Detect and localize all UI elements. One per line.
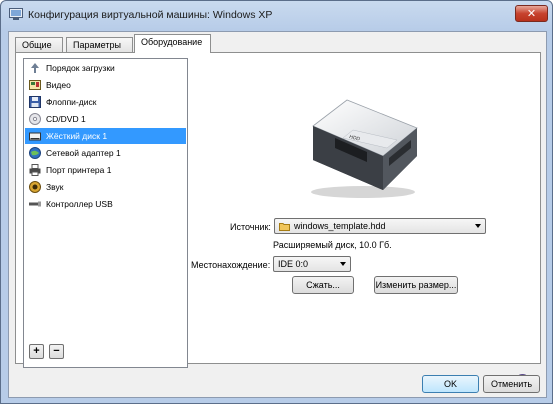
device-item-boot-order[interactable]: Порядок загрузки bbox=[25, 60, 186, 76]
dialog-window: Конфигурация виртуальной машины: Windows… bbox=[0, 0, 553, 404]
chevron-down-icon bbox=[475, 224, 481, 228]
location-label: Местонахождение: bbox=[191, 260, 271, 270]
add-device-button[interactable]: + bbox=[29, 344, 44, 359]
video-icon bbox=[29, 80, 41, 90]
minus-icon: − bbox=[53, 345, 60, 357]
tab-label: Параметры bbox=[73, 40, 121, 50]
device-item-printer[interactable]: Порт принтера 1 bbox=[25, 162, 186, 178]
device-item-sound[interactable]: Звук bbox=[25, 179, 186, 195]
location-value: IDE 0:0 bbox=[278, 259, 309, 269]
device-label: Звук bbox=[46, 182, 64, 192]
close-button[interactable]: ✕ bbox=[515, 5, 548, 22]
device-item-cd-dvd[interactable]: CD/DVD 1 bbox=[25, 111, 186, 127]
device-label: Жёсткий диск 1 bbox=[46, 131, 108, 141]
hard-disk-icon bbox=[29, 132, 41, 141]
hard-disk-illustration: HDD bbox=[311, 99, 418, 198]
sound-icon bbox=[29, 181, 41, 193]
dialog-client: Общие Параметры Оборудование Порядок заг… bbox=[8, 31, 547, 398]
resize-button[interactable]: Изменить размер... bbox=[374, 276, 458, 294]
source-select[interactable]: windows_template.hdd bbox=[274, 218, 486, 234]
network-adapter-icon bbox=[29, 147, 41, 159]
device-label: Сетевой адаптер 1 bbox=[46, 148, 121, 158]
device-label: CD/DVD 1 bbox=[46, 114, 86, 124]
floppy-icon bbox=[29, 96, 41, 108]
device-item-usb[interactable]: Контроллер USB bbox=[25, 196, 186, 212]
remove-device-button[interactable]: − bbox=[49, 344, 64, 359]
tab-hardware[interactable]: Оборудование bbox=[134, 34, 211, 53]
tab-label: Общие bbox=[22, 40, 52, 50]
title-bar[interactable]: Конфигурация виртуальной машины: Windows… bbox=[1, 1, 552, 29]
source-label: Источник: bbox=[230, 222, 271, 232]
device-list[interactable]: Порядок загрузки Видео Флоппи-диск CD/DV… bbox=[23, 58, 188, 368]
device-item-hard-disk[interactable]: Жёсткий диск 1 bbox=[25, 128, 186, 144]
tab-general[interactable]: Общие bbox=[15, 37, 63, 52]
device-item-video[interactable]: Видео bbox=[25, 77, 186, 93]
device-label: Порт принтера 1 bbox=[46, 165, 112, 175]
usb-icon bbox=[29, 201, 41, 207]
cd-dvd-icon bbox=[29, 113, 41, 125]
tab-label: Оборудование bbox=[141, 37, 203, 47]
tab-parameters[interactable]: Параметры bbox=[66, 37, 133, 52]
location-select[interactable]: IDE 0:0 bbox=[273, 256, 351, 272]
close-icon: ✕ bbox=[526, 7, 537, 20]
source-value: windows_template.hdd bbox=[294, 221, 386, 231]
chevron-down-icon bbox=[340, 262, 346, 266]
folder-icon bbox=[279, 223, 290, 231]
device-item-floppy[interactable]: Флоппи-диск bbox=[25, 94, 186, 110]
printer-icon bbox=[29, 164, 41, 176]
device-label: Контроллер USB bbox=[46, 199, 113, 209]
ok-button[interactable]: OK bbox=[422, 375, 479, 393]
device-label: Флоппи-диск bbox=[46, 97, 97, 107]
window-title: Конфигурация виртуальной машины: Windows… bbox=[28, 9, 273, 21]
device-item-network[interactable]: Сетевой адаптер 1 bbox=[25, 145, 186, 161]
cancel-button[interactable]: Отменить bbox=[483, 375, 540, 393]
plus-icon: + bbox=[33, 345, 40, 357]
app-icon bbox=[9, 8, 23, 20]
disk-info: Расширяемый диск, 10.0 Гб. bbox=[273, 240, 392, 250]
device-label: Порядок загрузки bbox=[46, 63, 115, 73]
boot-order-icon bbox=[31, 63, 39, 73]
device-label: Видео bbox=[46, 80, 71, 90]
compact-button[interactable]: Сжать... bbox=[292, 276, 354, 294]
